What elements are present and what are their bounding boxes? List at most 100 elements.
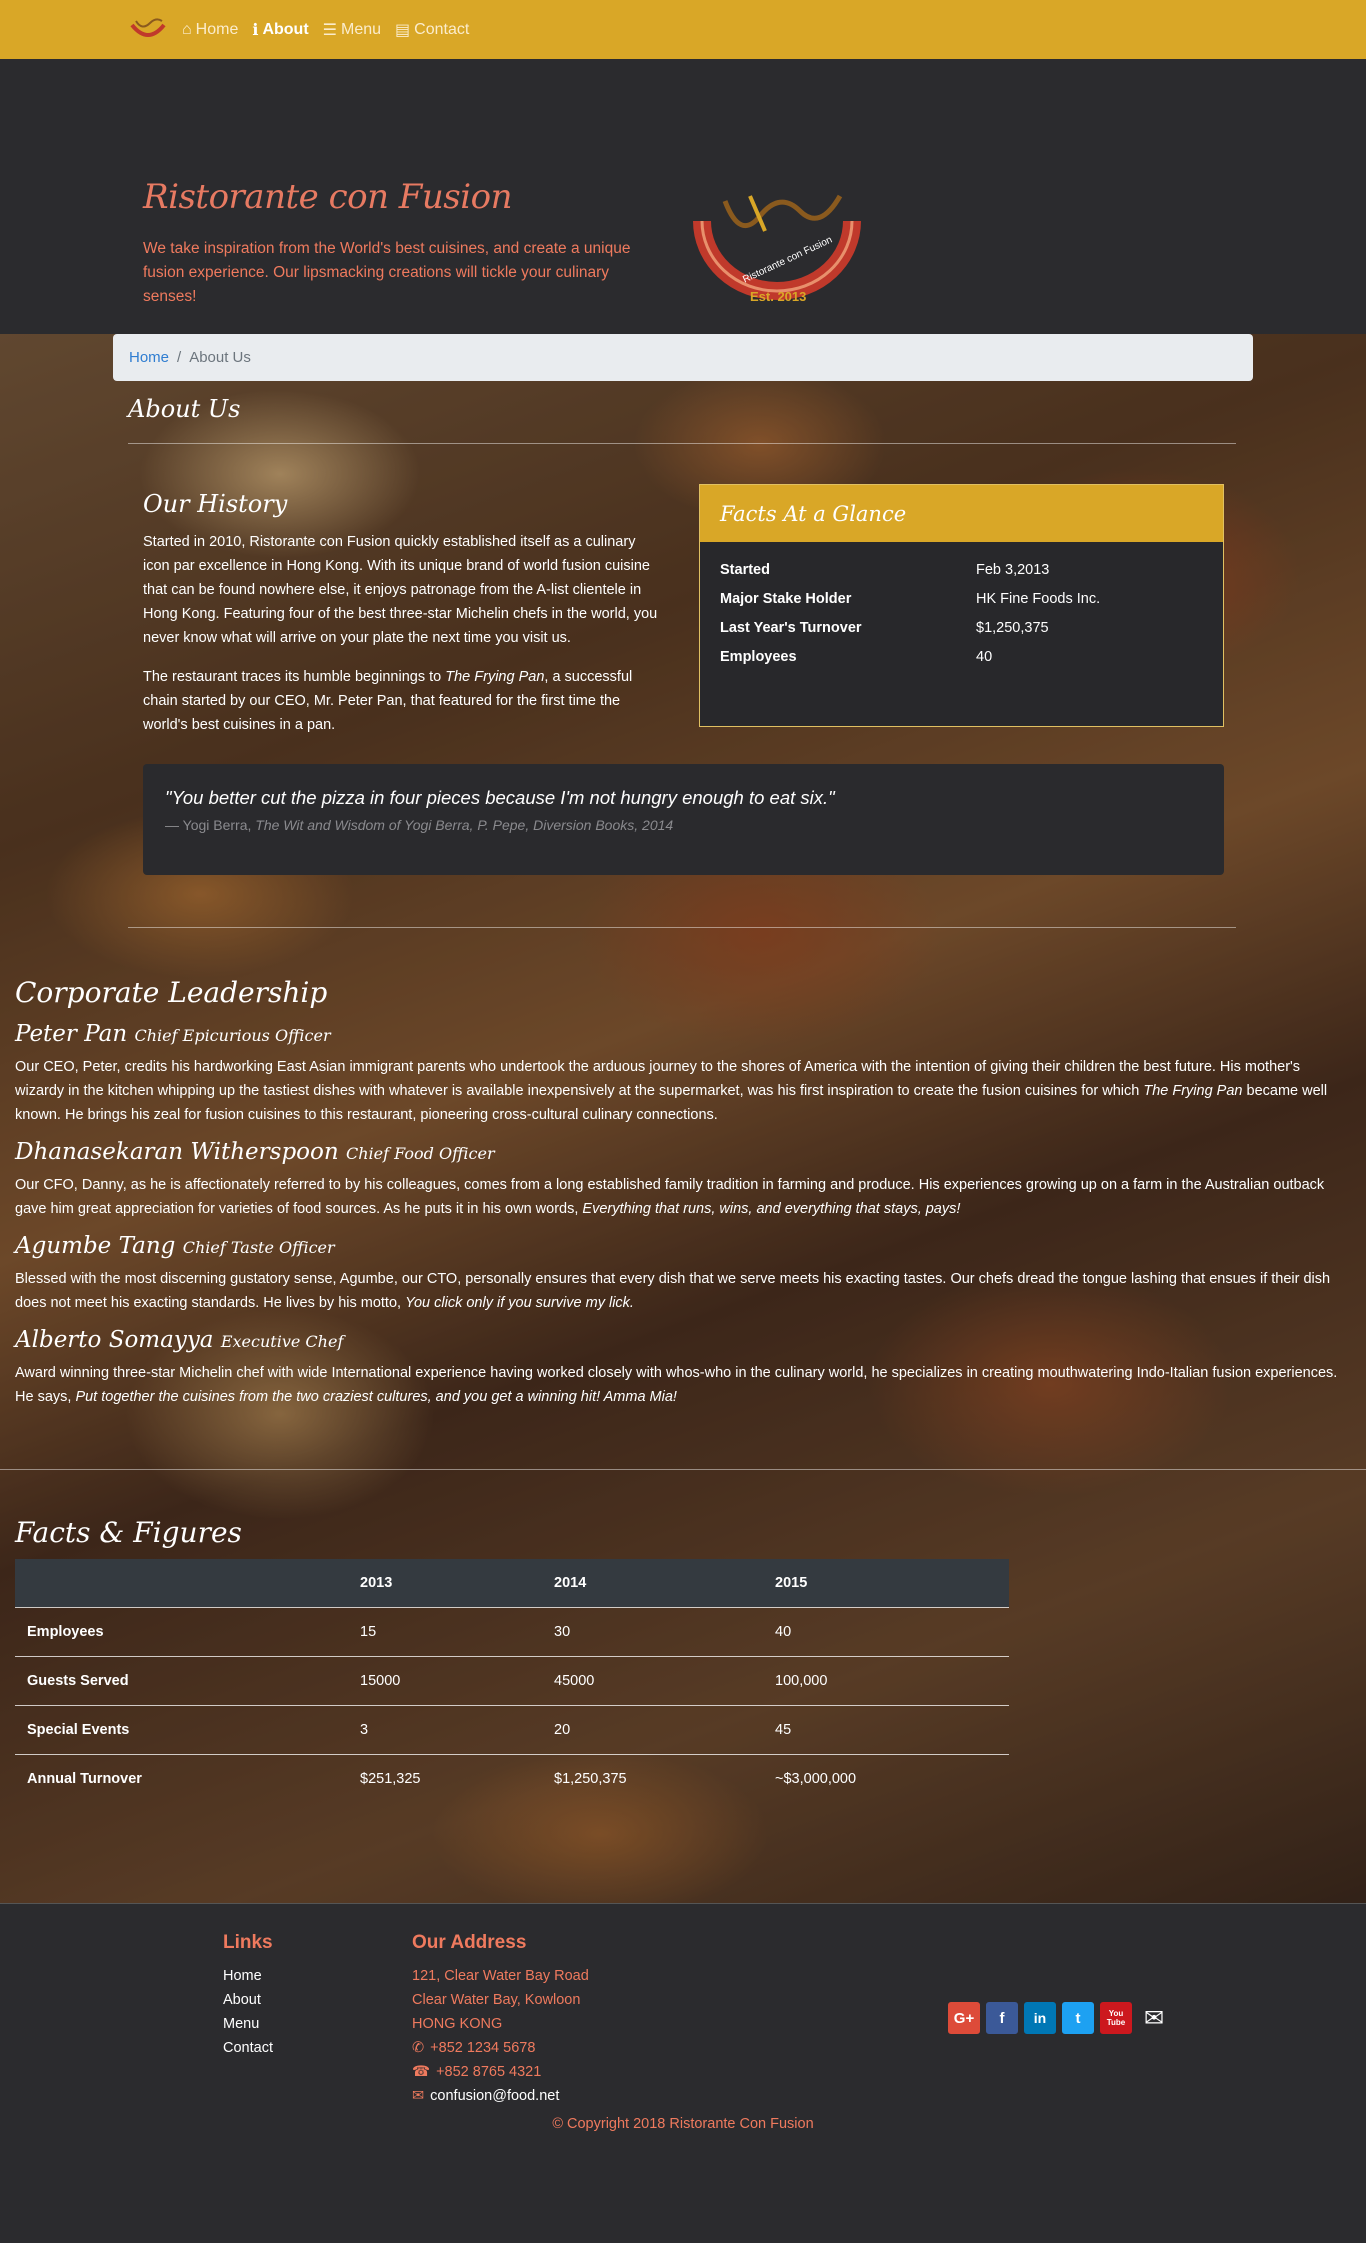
facebook-icon[interactable]: f [986,2002,1018,2034]
leader-card: Alberto Somayya Executive Chef Award win… [15,1327,1351,1409]
leader-role: Chief Taste Officer [182,1238,335,1257]
breadcrumb-home-link[interactable]: Home [129,349,169,366]
social-links: G+ f in t You Tube ✉ [948,2002,1170,2034]
footer-link-home[interactable]: Home [223,1964,273,1988]
table-cell: Annual Turnover [15,1753,348,1803]
fax-number: +852 8765 4321 [436,2064,542,2080]
column-header: 2013 [348,1559,542,1607]
figures-table: 2013 2014 2015 Employees 15 30 40 Guests… [15,1559,1009,1803]
main-content: Home / About Us About Us Our History Sta… [0,334,1366,1903]
leader-bio: Blessed with the most discerning gustato… [15,1271,1331,1311]
leader-role: Executive Chef [220,1332,344,1351]
facts-card: Facts At a Glance Started Feb 3,2013 Majo… [699,484,1224,727]
table-cell: 15 [348,1606,542,1656]
address-line: Clear Water Bay, Kowloon [412,1992,581,2008]
twitter-icon[interactable]: t [1062,2002,1094,2034]
leader-bio: Award winning three-star Michelin chef w… [15,1365,1338,1405]
address-line: 121, Clear Water Bay Road [412,1968,589,1984]
youtube-icon[interactable]: You Tube [1100,2002,1132,2034]
breadcrumb-separator: / [177,349,182,366]
footer-links: Links Home About Menu Contact [223,1932,273,2060]
leader-bio: Our CFO, Danny, as he is affectionately … [15,1177,1325,1217]
breadcrumb-current: About Us [189,349,251,366]
quote-attribution: — Yogi Berra, The Wit and Wisdom of Yogi… [165,817,674,833]
column-header [15,1559,348,1607]
nav-about[interactable]: ℹ About [252,20,308,40]
table-cell: $1,250,375 [542,1753,763,1803]
nav-contact[interactable]: ▤ Contact [395,20,469,40]
divider [128,443,1236,444]
quote-card: "You better cut the pizza in four pieces… [143,764,1224,875]
nav-menu[interactable]: ☰ Menu [323,20,381,40]
table-row: Guests Served 15000 45000 100,000 [15,1655,1009,1705]
footer-link-contact[interactable]: Contact [223,2036,273,2060]
fact-label: Employees [720,649,797,665]
leader-name: Peter Pan Chief Epicurious Officer [15,1021,331,1047]
leader-card: Peter Pan Chief Epicurious Officer Our C… [15,1021,1351,1127]
leader-name: Dhanasekaran Witherspoon Chief Food Offi… [15,1139,495,1165]
table-cell: Special Events [15,1704,348,1754]
facts-card-title: Facts At a Glance [700,485,1223,542]
footer-address-title: Our Address [412,1932,527,1953]
nav-home[interactable]: ⌂ Home [182,21,238,39]
history-title: Our History [143,490,288,518]
footer: Links Home About Menu Contact Our Addres… [0,1903,1366,2173]
leadership-title: Corporate Leadership [15,976,328,1009]
fact-label: Last Year's Turnover [720,620,862,636]
table-cell: 30 [542,1606,763,1656]
breadcrumb: Home / About Us [113,334,1253,381]
phone-icon: ✆ [412,2040,425,2056]
column-header: 2015 [763,1559,1009,1607]
table-header-row: 2013 2014 2015 [15,1559,1009,1607]
mail-icon[interactable]: ✉ [1138,2002,1170,2034]
table-cell: ~$3,000,000 [763,1753,1009,1803]
footer-link-about[interactable]: About [223,1988,273,2012]
fax-icon: ☎ [412,2064,431,2080]
leader-role: Chief Food Officer [346,1144,495,1163]
table-cell: Employees [15,1606,348,1656]
table-cell: 20 [542,1704,763,1754]
figures-title: Facts & Figures [15,1516,242,1549]
footer-address: Our Address 121, Clear Water Bay Road Cl… [412,1932,589,2108]
table-cell: 45000 [542,1655,763,1705]
table-cell: 3 [348,1704,542,1754]
leader-name: Agumbe Tang Chief Taste Officer [15,1233,335,1259]
restaurant-logo: Ristorante con Fusion Est. 2013 [693,194,861,304]
leader-name: Alberto Somayya Executive Chef [15,1327,344,1353]
email-link[interactable]: confusion@food.net [430,2084,559,2108]
jumbotron: Ristorante con Fusion We take inspiratio… [0,59,1366,334]
linkedin-icon[interactable]: in [1024,2002,1056,2034]
column-header: 2014 [542,1559,763,1607]
home-icon: ⌂ [182,20,192,38]
leader-bio: Our CEO, Peter, credits his hardworking … [15,1059,1328,1123]
fact-value: $1,250,375 [976,620,1049,636]
fact-value: HK Fine Foods Inc. [976,591,1101,607]
history-paragraph-2: The restaurant traces its humble beginni… [143,669,633,733]
copyright: © Copyright 2018 Ristorante Con Fusion [552,2116,814,2132]
leader-card: Dhanasekaran Witherspoon Chief Food Offi… [15,1139,1351,1221]
brand-logo-icon[interactable] [128,17,168,43]
fact-label: Started [720,562,770,578]
page-title: About Us [128,395,241,423]
nav-menu-label: Menu [340,20,382,38]
table-row: Employees 15 30 40 [15,1606,1009,1656]
phone-line: ✆ +852 1234 5678 [412,2036,589,2060]
table-cell: 40 [763,1606,1009,1656]
address-card-icon: ▤ [395,21,411,39]
table-cell: $251,325 [348,1753,542,1803]
info-icon: ℹ [252,21,259,39]
fax-line: ☎ +852 8765 4321 [412,2060,589,2084]
phone-number: +852 1234 5678 [430,2040,536,2056]
fact-label: Major Stake Holder [720,591,852,607]
leader-role: Chief Epicurious Officer [134,1026,331,1045]
fact-value: 40 [976,649,993,665]
table-cell: 45 [763,1704,1009,1754]
envelope-icon: ✉ [412,2088,425,2104]
address-line: HONG KONG [412,2016,503,2032]
footer-link-menu[interactable]: Menu [223,2012,273,2036]
facts-list: Started Feb 3,2013 Major Stake Holder HK F… [700,542,1223,685]
leader-card: Agumbe Tang Chief Taste Officer Blessed … [15,1233,1351,1315]
email-line: ✉ confusion@food.net [412,2084,589,2108]
history-paragraph-1: Started in 2010, Ristorante con Fusion q… [143,534,658,646]
google-plus-icon[interactable]: G+ [948,2002,980,2034]
